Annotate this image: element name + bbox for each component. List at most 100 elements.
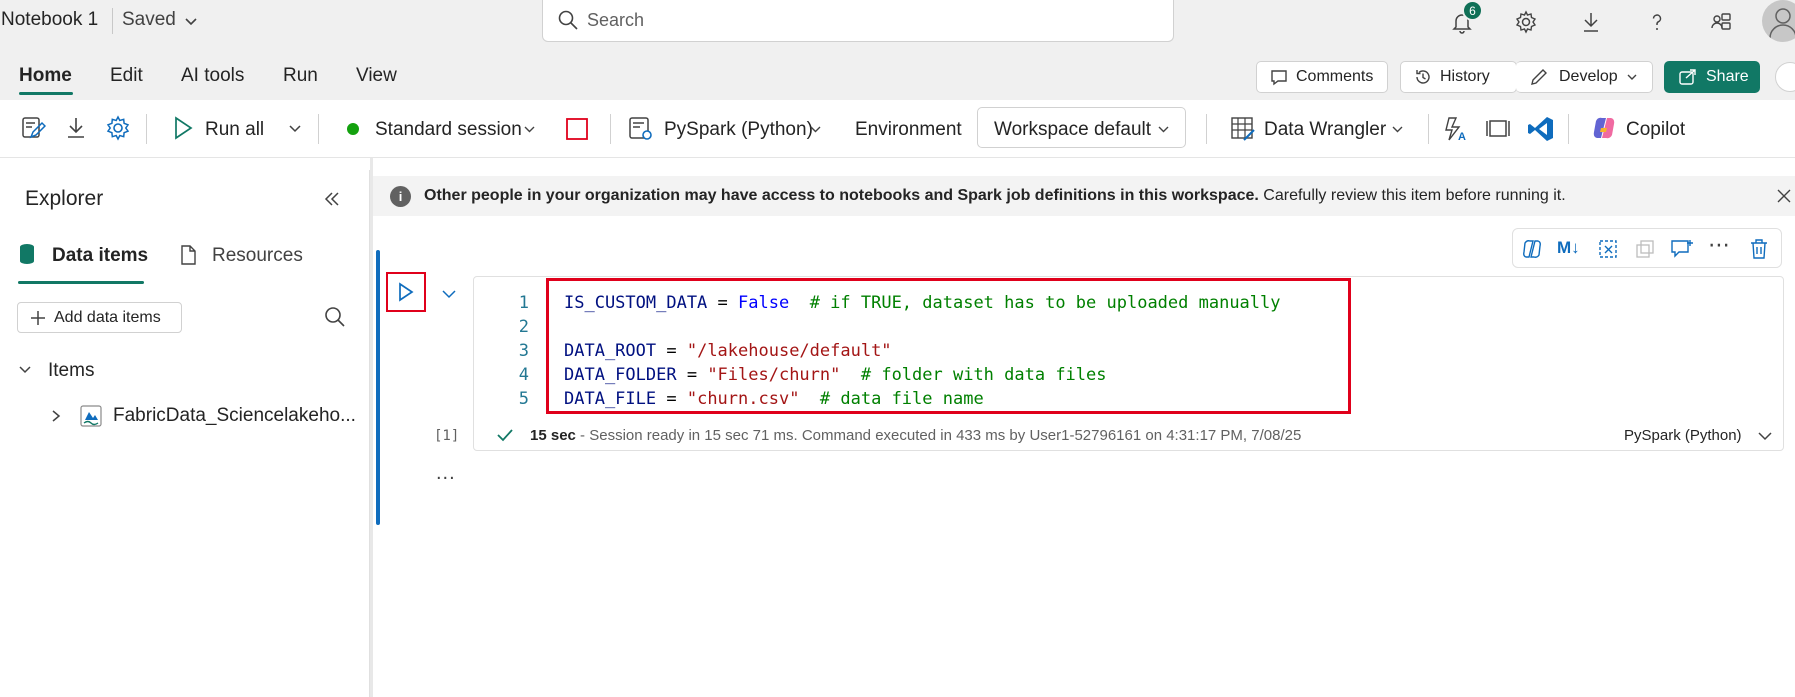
code-token: DATA_ROOT — [564, 341, 657, 361]
tab-edit[interactable]: Edit — [110, 65, 143, 87]
toolbar-divider — [1568, 114, 1569, 144]
line-number: 3 — [518, 341, 529, 361]
more-options-icon[interactable]: ⋯ — [1708, 232, 1731, 258]
feedback-icon[interactable] — [1707, 8, 1735, 36]
comments-button[interactable]: Comments — [1256, 61, 1388, 93]
info-banner-text: Other people in your organization may ha… — [424, 187, 1566, 205]
search-input[interactable] — [587, 6, 1147, 34]
svg-text:A: A — [1458, 131, 1466, 143]
code-token: # if TRUE, dataset has to be uploaded ma… — [809, 293, 1281, 313]
success-check-icon — [496, 427, 514, 443]
chevron-down-icon[interactable] — [523, 123, 536, 136]
toolbar-divider — [146, 114, 147, 144]
tab-data-items[interactable]: Data items — [52, 245, 148, 267]
close-icon[interactable] — [1776, 188, 1792, 204]
run-cell-button[interactable] — [386, 272, 426, 312]
avatar[interactable] — [1762, 0, 1795, 42]
chevron-down-icon[interactable] — [1391, 123, 1404, 136]
spark-job-icon[interactable]: A — [1443, 115, 1471, 143]
data-wrangler-icon[interactable] — [1229, 115, 1257, 143]
ribbon-toolbar: Run all Standard session PySpark (Python… — [0, 100, 1795, 158]
add-cell-more-button[interactable]: ... — [436, 462, 456, 485]
stop-session-icon[interactable] — [565, 117, 589, 141]
copilot-cell-icon[interactable] — [1521, 238, 1543, 260]
chevron-down-icon[interactable] — [1757, 429, 1773, 443]
vscode-icon[interactable] — [1527, 115, 1555, 143]
share-button[interactable]: Share — [1664, 61, 1760, 93]
search-icon[interactable] — [323, 305, 346, 328]
language-selector[interactable]: PySpark (Python) — [664, 119, 813, 141]
environment-dropdown[interactable]: Workspace default — [977, 107, 1186, 148]
resize-icon[interactable] — [1484, 115, 1512, 143]
session-selector[interactable]: Standard session — [375, 119, 522, 141]
chevron-down-icon[interactable] — [184, 14, 198, 28]
tab-ai-tools[interactable]: AI tools — [181, 65, 244, 87]
play-icon[interactable] — [172, 115, 194, 141]
develop-label: Develop — [1559, 68, 1618, 85]
code-token: DATA_FOLDER — [564, 365, 677, 385]
tab-run[interactable]: Run — [283, 65, 318, 87]
play-icon — [397, 282, 415, 302]
run-all-button[interactable]: Run all — [205, 119, 264, 141]
plus-icon — [30, 310, 46, 326]
delete-icon[interactable] — [1749, 238, 1769, 260]
gear-icon[interactable] — [1512, 8, 1540, 36]
comments-label: Comments — [1296, 68, 1374, 85]
line-number: 5 — [518, 389, 529, 409]
add-data-items-button[interactable]: Add data items — [17, 302, 182, 333]
notebook-edit-icon[interactable] — [20, 115, 46, 141]
active-tab-indicator — [18, 281, 144, 284]
settings-icon[interactable] — [105, 115, 131, 141]
code-text: DATA_ROOT = "/lakehouse/default" — [564, 341, 892, 361]
develop-button[interactable]: Develop — [1516, 61, 1653, 93]
lakehouse-item-label: FabricData_Sciencelakeho... — [113, 405, 356, 426]
data-wrangler-button[interactable]: Data Wrangler — [1264, 119, 1386, 141]
chevron-right-icon[interactable] — [50, 409, 62, 423]
chevron-down-icon[interactable] — [288, 122, 302, 136]
chevron-down-icon[interactable] — [809, 123, 822, 136]
lakehouse-icon — [79, 404, 103, 428]
code-token: = — [656, 389, 687, 409]
history-button[interactable]: History — [1400, 61, 1517, 93]
help-icon[interactable] — [1643, 8, 1671, 36]
collapse-panel-icon[interactable] — [323, 190, 341, 208]
code-token: # folder with data files — [860, 365, 1107, 385]
code-token: "/lakehouse/default" — [686, 341, 892, 361]
info-banner-bold: Other people in your organization may ha… — [424, 187, 1259, 204]
active-cell-indicator — [376, 250, 380, 525]
download-icon[interactable] — [1577, 8, 1605, 36]
tab-view[interactable]: View — [356, 65, 397, 87]
code-token: "Files/churn" — [707, 365, 841, 385]
notebook-name[interactable]: Notebook 1 — [1, 9, 98, 31]
add-data-items-label: Add data items — [54, 308, 161, 326]
info-icon: i — [390, 186, 411, 207]
history-icon — [1414, 68, 1432, 86]
tab-home[interactable]: Home — [19, 65, 72, 87]
convert-markdown-icon[interactable]: M↓ — [1557, 238, 1580, 258]
session-status-dot — [347, 123, 359, 135]
info-banner-normal: Carefully review this item before runnin… — [1258, 187, 1566, 204]
list-item[interactable]: FabricData_Sciencelakeho... — [0, 398, 368, 434]
chevron-down-icon[interactable] — [18, 363, 32, 377]
items-section-header[interactable]: Items — [48, 360, 94, 382]
collapse-cell-icon[interactable] — [441, 287, 457, 301]
language-settings-icon[interactable] — [627, 115, 655, 143]
copilot-icon[interactable] — [1591, 115, 1617, 141]
title-divider — [112, 8, 113, 34]
copilot-button[interactable]: Copilot — [1626, 119, 1685, 141]
toolbar-divider — [1428, 114, 1429, 144]
code-token: = — [676, 365, 708, 385]
search-box[interactable] — [542, 0, 1174, 42]
download-icon[interactable] — [63, 115, 89, 141]
cell-language[interactable]: PySpark (Python) — [1624, 427, 1742, 444]
code-token: "churn.csv" — [686, 389, 800, 409]
execution-duration: 15 sec — [530, 427, 576, 444]
environment-value: Workspace default — [994, 119, 1152, 140]
add-comment-icon[interactable] — [1670, 238, 1694, 260]
code-token: IS_CUSTOM_DATA — [564, 293, 708, 313]
freeze-cell-icon[interactable] — [1597, 238, 1619, 260]
toolbar-divider — [610, 114, 611, 144]
tab-resources[interactable]: Resources — [212, 245, 303, 267]
